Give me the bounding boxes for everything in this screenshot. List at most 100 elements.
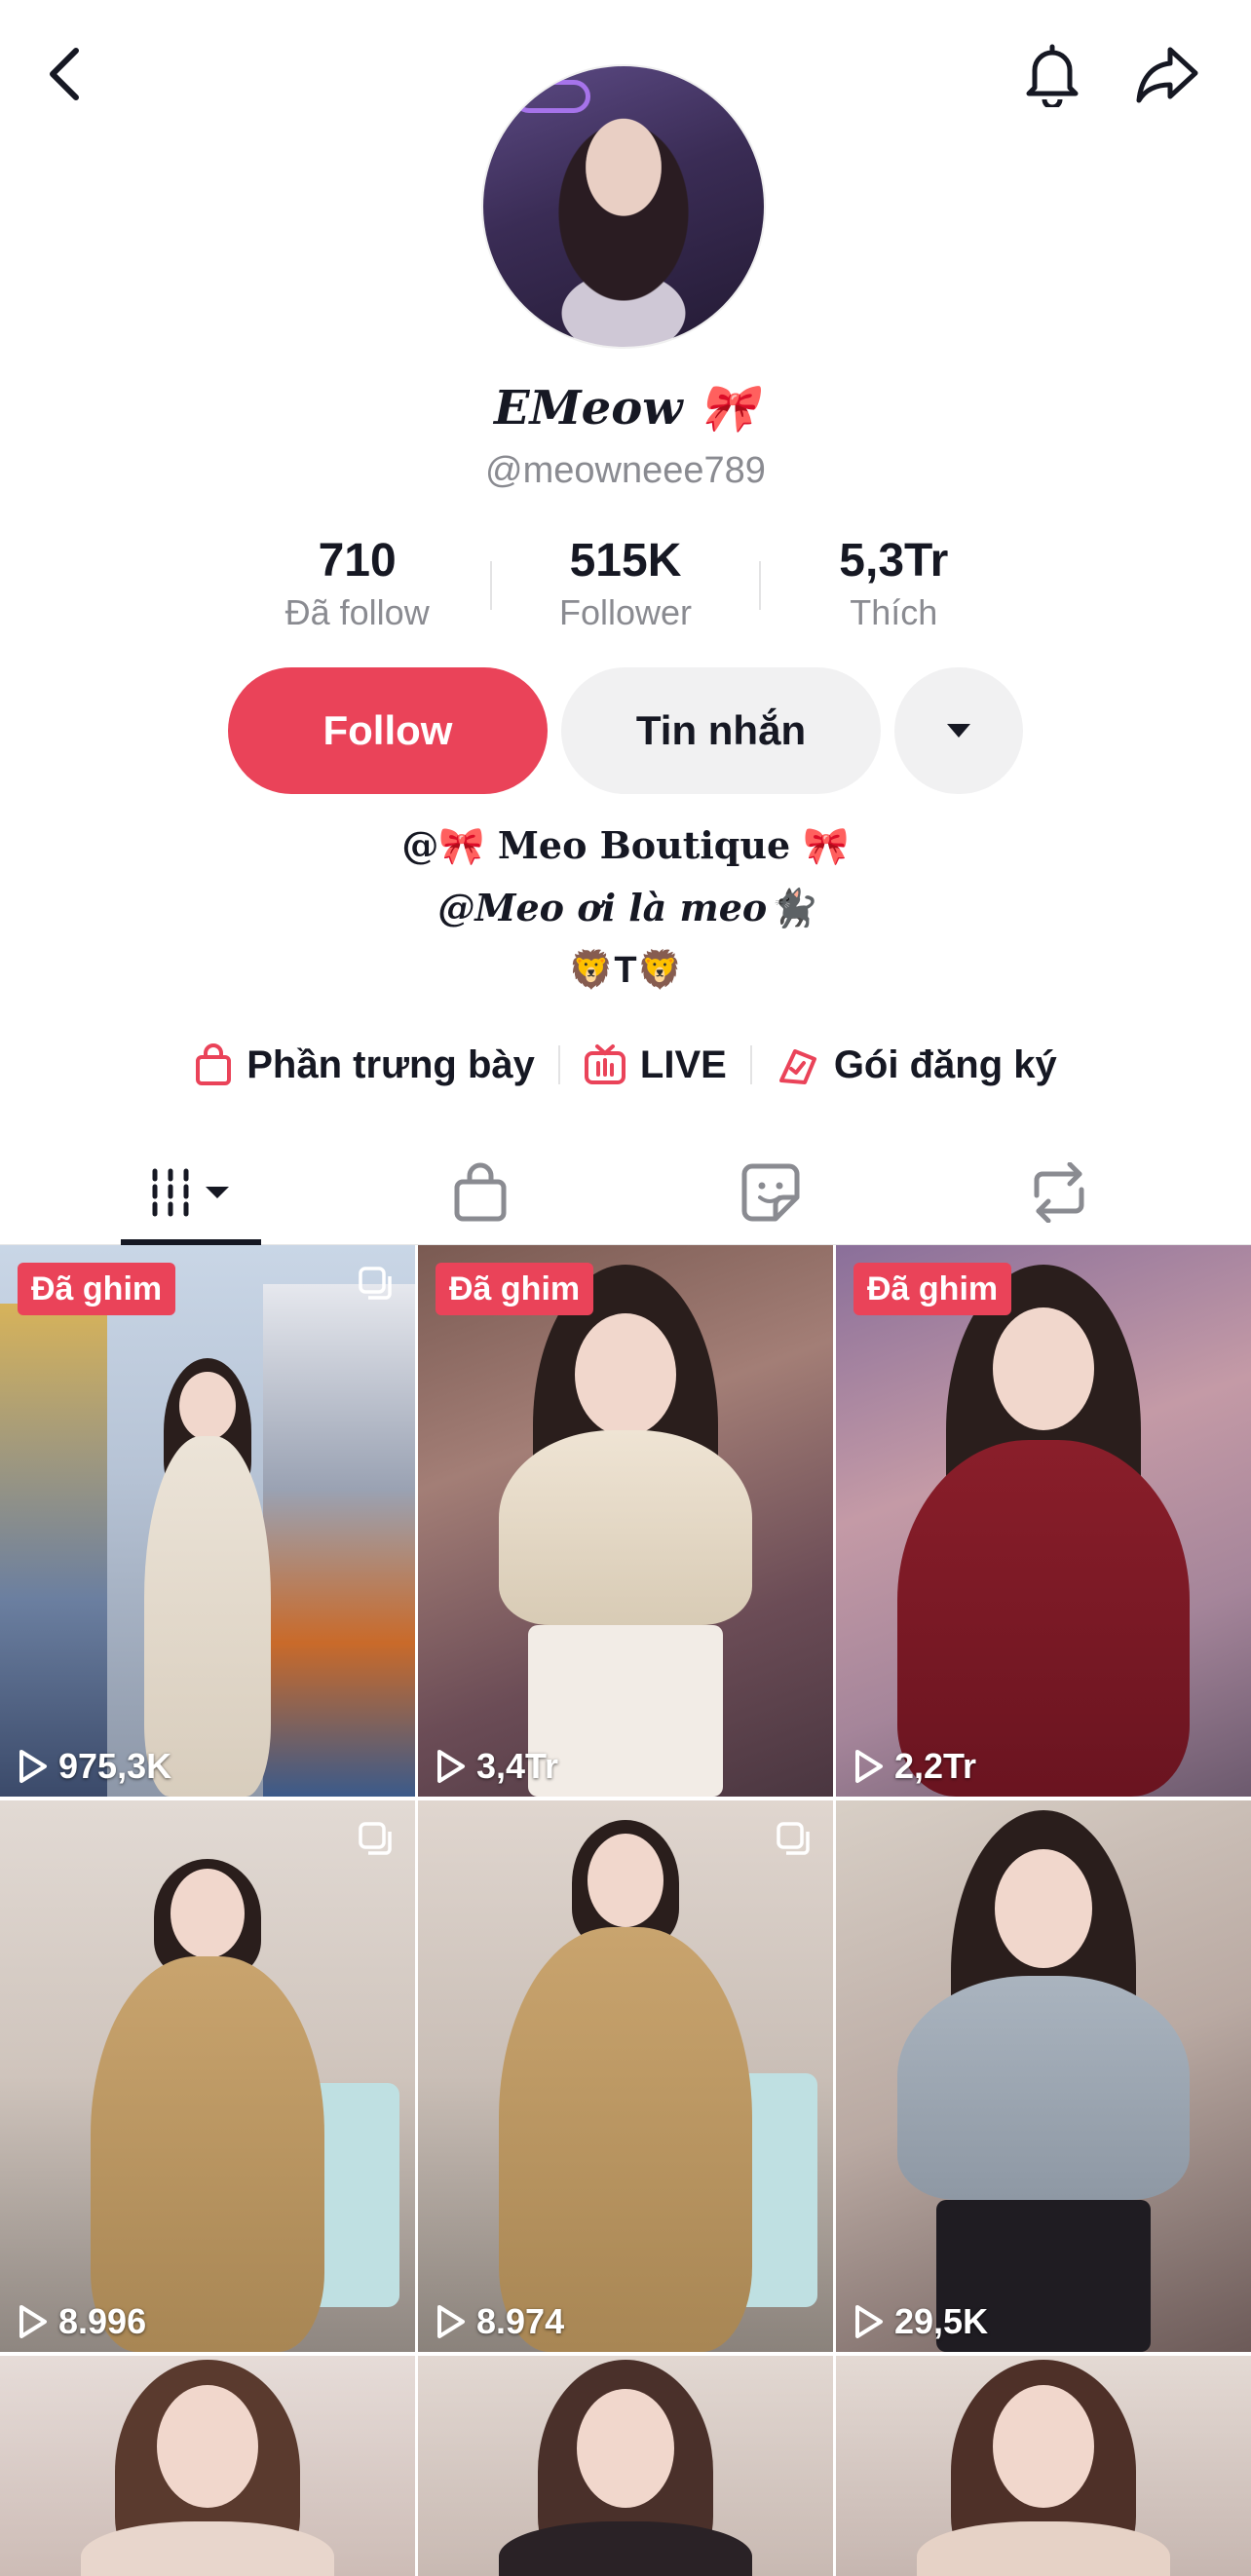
video-grid: Đã ghim 975,3K Đã ghim 3,4Tr Đã ghim 2,2… bbox=[0, 1245, 1251, 2576]
stat-value: 5,3Tr bbox=[839, 535, 949, 587]
shopping-bag-icon bbox=[454, 1162, 506, 1222]
live-link[interactable]: LIVE bbox=[584, 1043, 727, 1087]
view-count: 3,4Tr bbox=[434, 1746, 558, 1787]
follow-button[interactable]: Follow bbox=[228, 667, 548, 794]
figure-top bbox=[499, 1430, 752, 1625]
display-name: EMeow 🎀 bbox=[493, 381, 758, 436]
view-count-text: 3,4Tr bbox=[476, 1746, 559, 1786]
stat-likes[interactable]: 5,3Tr Thích bbox=[761, 532, 1027, 639]
view-count: 8.996 bbox=[16, 2301, 146, 2342]
tab-favorites[interactable] bbox=[614, 1140, 927, 1245]
temple-background bbox=[0, 1304, 107, 1797]
figure-top bbox=[81, 2521, 334, 2576]
stat-label: Thích bbox=[850, 592, 938, 632]
bio: @🎀 Meo Boutique 🎀 @Meo ơi là meo🐈‍⬛ 🦁T🦁 bbox=[0, 814, 1251, 1002]
video-thumbnail[interactable]: 29,5K bbox=[836, 1800, 1251, 2352]
pinned-badge: Đã ghim bbox=[853, 1263, 1012, 1315]
profile-actions: Follow Tin nhắn bbox=[228, 667, 1023, 794]
notification-button[interactable] bbox=[1013, 35, 1091, 113]
figure-face bbox=[993, 2385, 1094, 2508]
showcase-link[interactable]: Phần trưng bày bbox=[194, 1043, 535, 1087]
chevron-left-icon bbox=[50, 48, 79, 100]
video-thumbnail[interactable]: 8.996 bbox=[0, 1800, 415, 2352]
view-count-text: 29,5K bbox=[894, 2301, 989, 2341]
video-thumbnail[interactable] bbox=[418, 2356, 833, 2576]
figure-face bbox=[995, 1849, 1092, 1968]
shopping-bag-icon bbox=[196, 1043, 232, 1085]
link-label: Gói đăng ký bbox=[833, 1042, 1057, 1086]
stat-value: 515K bbox=[569, 535, 682, 587]
tab-shop[interactable] bbox=[323, 1140, 636, 1245]
play-icon bbox=[855, 2305, 883, 2338]
content-tabs bbox=[0, 1140, 1251, 1245]
subscription-link[interactable]: Gói đăng ký bbox=[776, 1043, 1057, 1087]
profile-links: Phần trưng bày LIVE Gói đăng ký bbox=[0, 1031, 1251, 1099]
statue-background bbox=[263, 1284, 415, 1797]
stat-value: 710 bbox=[318, 535, 397, 587]
view-count: 29,5K bbox=[852, 2301, 988, 2342]
background-neon-light bbox=[512, 80, 590, 113]
play-icon bbox=[437, 1750, 465, 1783]
multi-photo-icon bbox=[777, 1822, 810, 1855]
suggested-accounts-button[interactable] bbox=[894, 667, 1023, 794]
tab-reposts[interactable] bbox=[902, 1140, 1215, 1245]
figure-top bbox=[499, 2521, 752, 2576]
username: @meowneee789 bbox=[485, 450, 766, 491]
stat-label: Follower bbox=[558, 592, 693, 632]
avatar[interactable] bbox=[483, 66, 764, 347]
view-count: 8.974 bbox=[434, 2301, 564, 2342]
view-count-text: 2,2Tr bbox=[894, 1746, 977, 1786]
sticker-icon bbox=[741, 1163, 799, 1222]
stat-followers[interactable]: 515K Follower bbox=[492, 532, 758, 639]
stat-following[interactable]: 710 Đã follow bbox=[224, 532, 490, 639]
bio-line: 🦁T🦁 bbox=[568, 950, 683, 991]
figure-coat bbox=[91, 1956, 324, 2352]
message-button[interactable]: Tin nhắn bbox=[561, 667, 881, 794]
play-icon bbox=[437, 2305, 465, 2338]
figure-face bbox=[588, 1834, 663, 1927]
grid-icon bbox=[152, 1168, 229, 1217]
repost-icon bbox=[1034, 1162, 1083, 1223]
stat-label: Đã follow bbox=[284, 592, 430, 632]
view-count-text: 8.974 bbox=[476, 2301, 565, 2341]
video-thumbnail[interactable]: Đã ghim 3,4Tr bbox=[418, 1245, 833, 1797]
video-thumbnail[interactable]: Đã ghim 2,2Tr bbox=[836, 1245, 1251, 1797]
live-tv-icon bbox=[584, 1044, 626, 1084]
figure-face bbox=[993, 1307, 1094, 1430]
multi-photo-icon bbox=[359, 1822, 392, 1855]
video-thumbnail[interactable]: 8.974 bbox=[418, 1800, 833, 2352]
play-icon bbox=[19, 2305, 47, 2338]
profile-stats: 710 Đã follow 515K Follower 5,3Tr Thích bbox=[224, 532, 1027, 639]
view-count-text: 975,3K bbox=[58, 1746, 172, 1786]
pinned-badge: Đã ghim bbox=[436, 1263, 594, 1315]
bell-icon bbox=[1026, 44, 1079, 107]
back-button[interactable] bbox=[25, 35, 103, 113]
play-icon bbox=[855, 1750, 883, 1783]
link-label: LIVE bbox=[639, 1042, 727, 1086]
view-count-text: 8.996 bbox=[58, 2301, 147, 2341]
link-label: Phần trưng bày bbox=[246, 1042, 535, 1086]
bio-line[interactable]: @Meo ơi là meo🐈‍⬛ bbox=[0, 877, 1251, 939]
video-thumbnail[interactable] bbox=[0, 2356, 415, 2576]
video-thumbnail[interactable] bbox=[836, 2356, 1251, 2576]
figure-face bbox=[171, 1869, 245, 1958]
view-count: 2,2Tr bbox=[852, 1746, 976, 1787]
caret-down-icon bbox=[947, 724, 970, 738]
tab-videos[interactable] bbox=[35, 1140, 348, 1245]
video-thumbnail[interactable]: Đã ghim 975,3K bbox=[0, 1245, 415, 1797]
divider bbox=[557, 1045, 560, 1084]
multi-photo-icon bbox=[359, 1267, 392, 1300]
share-arrow-icon bbox=[1136, 47, 1198, 103]
figure-dress bbox=[144, 1436, 271, 1797]
figure-coat bbox=[499, 1927, 752, 2352]
divider bbox=[749, 1045, 752, 1084]
figure-top bbox=[897, 1976, 1190, 2200]
pinned-badge: Đã ghim bbox=[18, 1263, 176, 1315]
view-count: 975,3K bbox=[16, 1746, 171, 1787]
figure-face bbox=[179, 1372, 236, 1440]
bio-line[interactable]: @🎀 Meo Boutique 🎀 bbox=[0, 814, 1251, 877]
share-button[interactable] bbox=[1128, 35, 1206, 113]
figure-dress bbox=[897, 1440, 1190, 1797]
figure-top bbox=[917, 2521, 1170, 2576]
subscription-icon bbox=[778, 1049, 816, 1084]
